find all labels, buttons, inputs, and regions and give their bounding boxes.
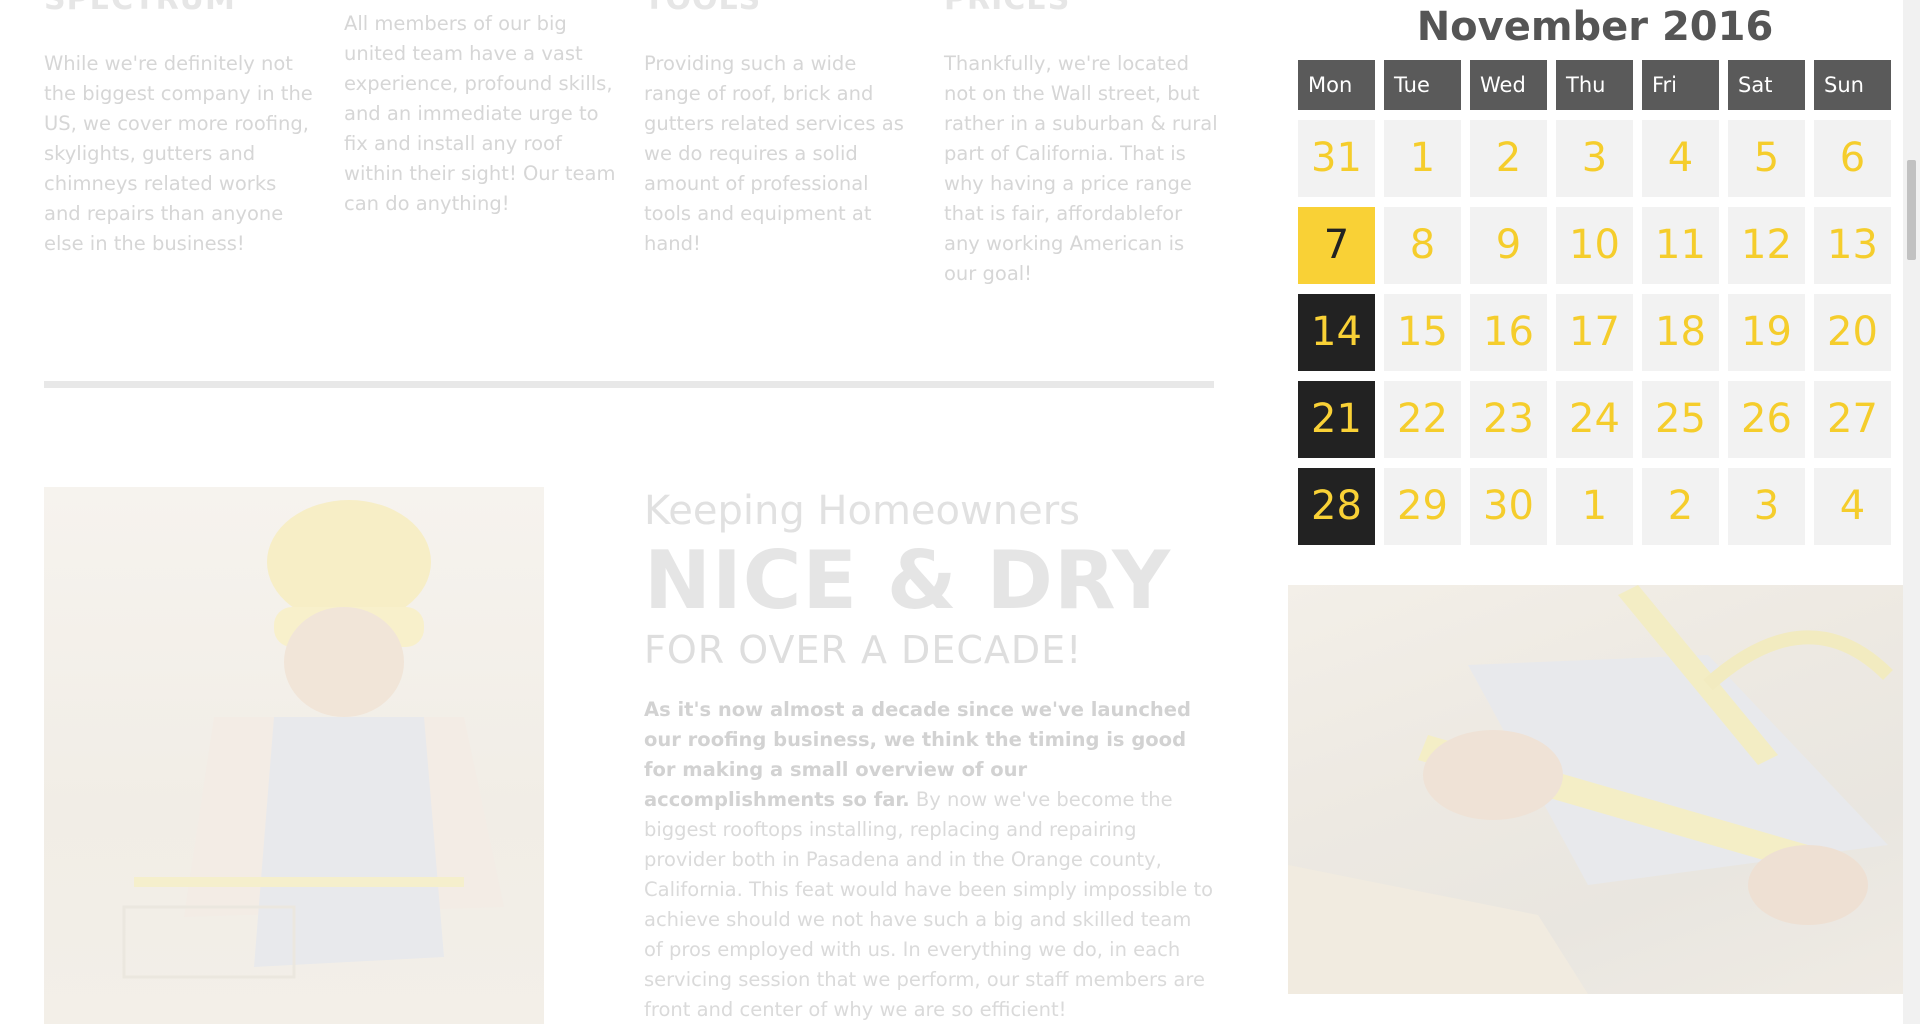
calendar-day[interactable]: 26 [1728, 381, 1805, 458]
calendar-day[interactable]: 25 [1642, 381, 1719, 458]
calendar-day[interactable]: 27 [1814, 381, 1891, 458]
calendar-day[interactable]: 13 [1814, 207, 1891, 284]
calendar-day[interactable]: 17 [1556, 294, 1633, 371]
weekday-header: Sat [1728, 60, 1805, 110]
worker-photo [44, 487, 544, 1024]
calendar-day[interactable]: 2 [1470, 120, 1547, 197]
weekday-header: Thu [1556, 60, 1633, 110]
weekday-header: Tue [1384, 60, 1461, 110]
calendar-day[interactable]: 3 [1556, 120, 1633, 197]
measuring-illustration [1288, 585, 1893, 994]
calendar-widget: November 2016 Mon Tue Wed Thu Fri Sat Su… [1288, 0, 1896, 584]
feature-text-2: All members of our big united team have … [344, 12, 616, 215]
calendar-day[interactable]: 11 [1642, 207, 1719, 284]
intro-body-text: By now we've become the biggest rooftops… [644, 788, 1214, 1021]
weekday-header: Wed [1470, 60, 1547, 110]
intro-small-heading: Keeping Homeowners [644, 488, 1080, 534]
calendar-day[interactable]: 6 [1814, 120, 1891, 197]
scrollbar-thumb[interactable] [1907, 160, 1916, 260]
calendar-day-event[interactable]: 21 [1298, 381, 1375, 458]
tape-measure-shape [134, 877, 464, 887]
feature-heading-1: SPECTRUM [44, 0, 236, 17]
face-shape [284, 607, 404, 717]
weekday-header: Sun [1814, 60, 1891, 110]
calendar-day[interactable]: 12 [1728, 207, 1805, 284]
feature-text-3: Providing such a wide range of roof, bri… [644, 52, 904, 255]
feature-text-4: Thankfully, we're located not on the Wal… [944, 52, 1218, 285]
calendar-day[interactable]: 10 [1556, 207, 1633, 284]
calendar-day[interactable]: 19 [1728, 294, 1805, 371]
calendar-day[interactable]: 29 [1384, 468, 1461, 545]
intro-sub-heading: FOR OVER A DECADE! [644, 628, 1083, 672]
calendar-day[interactable]: 1 [1384, 120, 1461, 197]
page-scrollbar[interactable] [1903, 0, 1920, 1024]
calendar-day-event[interactable]: 14 [1298, 294, 1375, 371]
calendar-day[interactable]: 18 [1642, 294, 1719, 371]
intro-paragraph: As it's now almost a decade since we've … [644, 695, 1214, 1024]
calendar-day-event[interactable]: 28 [1298, 468, 1375, 545]
calendar-day[interactable]: 30 [1470, 468, 1547, 545]
wood-board-shape [1288, 865, 1588, 994]
calendar-title: November 2016 [1416, 4, 1774, 50]
overalls-shape [254, 717, 444, 967]
feature-heading-3: TOOLS [644, 0, 761, 17]
calendar-day[interactable]: 4 [1642, 120, 1719, 197]
calendar-day[interactable]: 23 [1470, 381, 1547, 458]
section-divider [44, 381, 1214, 388]
calendar-day[interactable]: 2 [1642, 468, 1719, 545]
calendar-day[interactable]: 5 [1728, 120, 1805, 197]
hard-hat-shape [267, 500, 431, 624]
calendar-day[interactable]: 24 [1556, 381, 1633, 458]
page: SPECTRUM While we're definitely not the … [0, 0, 1920, 1024]
calendar-grid: Mon Tue Wed Thu Fri Sat Sun 31 1 2 3 4 5… [1298, 60, 1891, 545]
measuring-photo [1288, 585, 1903, 994]
weekday-header: Fri [1642, 60, 1719, 110]
intro-big-heading: NICE & DRY [644, 534, 1172, 627]
calendar-day[interactable]: 16 [1470, 294, 1547, 371]
calendar-day[interactable]: 15 [1384, 294, 1461, 371]
calendar-day[interactable]: 8 [1384, 207, 1461, 284]
calendar-day[interactable]: 9 [1470, 207, 1547, 284]
hand-left-shape [1423, 730, 1563, 820]
calendar-day[interactable]: 1 [1556, 468, 1633, 545]
calendar-day[interactable]: 4 [1814, 468, 1891, 545]
worker-illustration [122, 500, 504, 979]
weekday-header: Mon [1298, 60, 1375, 110]
protractor-arc-shape [1703, 630, 1893, 691]
hand-right-shape [1748, 845, 1868, 925]
calendar-day[interactable]: 22 [1384, 381, 1461, 458]
feature-heading-4: PRICES [944, 0, 1070, 17]
calendar-day-today[interactable]: 7 [1298, 207, 1375, 284]
calendar-day[interactable]: 31 [1298, 120, 1375, 197]
calendar-day[interactable]: 3 [1728, 468, 1805, 545]
calendar-day[interactable]: 20 [1814, 294, 1891, 371]
feature-text-1: While we're definitely not the biggest c… [44, 52, 313, 255]
